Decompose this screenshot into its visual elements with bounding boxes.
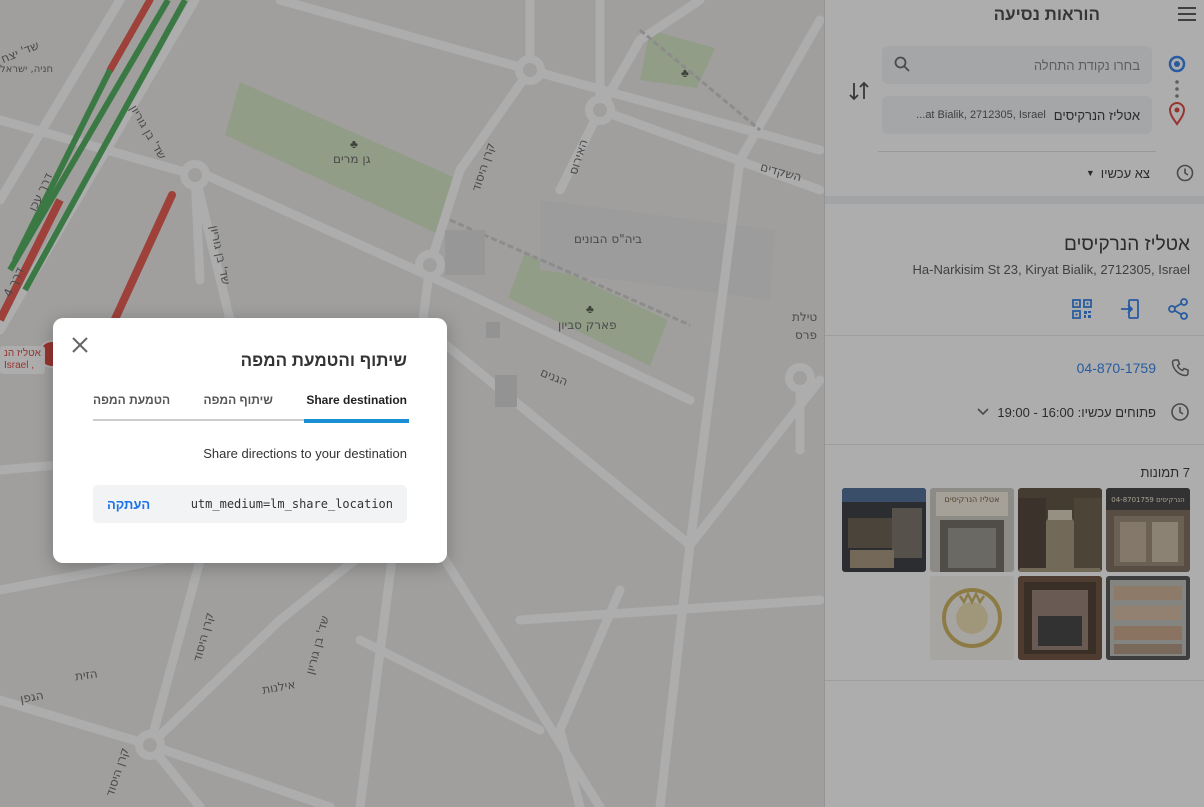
share-embed-dialog: שיתוף והטמעת המפה Share destination שיתו… — [53, 318, 447, 563]
close-icon[interactable] — [71, 336, 89, 354]
share-link-field[interactable]: utm_medium=lm_share_location העתקה — [93, 485, 407, 523]
copy-button[interactable]: העתקה — [107, 497, 150, 512]
share-link-value[interactable]: utm_medium=lm_share_location — [191, 497, 393, 511]
dialog-title: שיתוף והטמעת המפה — [240, 351, 407, 370]
tab-share-map[interactable]: שיתוף המפה — [203, 391, 272, 421]
dialog-tabs: Share destination שיתוף המפה הטמעת המפה — [93, 391, 409, 423]
tab-share-destination[interactable]: Share destination — [304, 391, 409, 423]
share-description: Share directions to your destination — [203, 446, 407, 461]
tab-embed-map[interactable]: הטמעת המפה — [93, 391, 170, 421]
